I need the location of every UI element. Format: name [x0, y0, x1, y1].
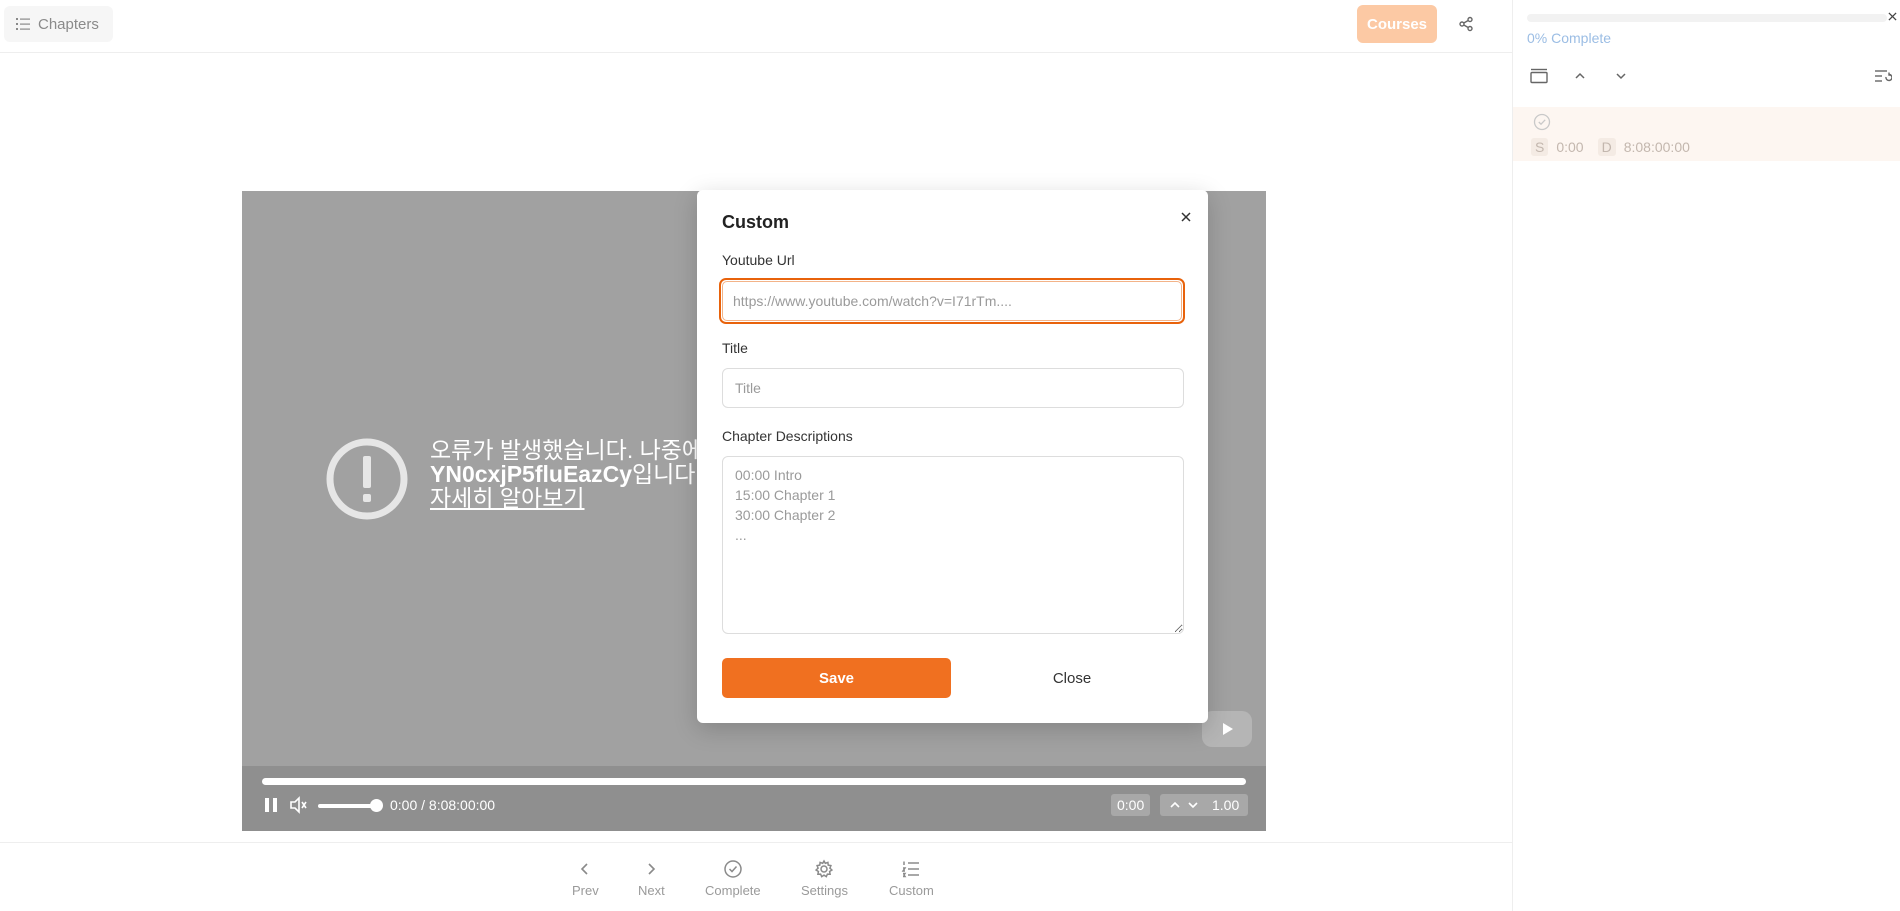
volume-knob[interactable]: [370, 799, 383, 812]
top-bar: Chapters Courses: [0, 0, 1512, 53]
youtube-url-focus-ring: [719, 278, 1185, 324]
chapters-panel: 0% Complete S 0:00 D 8:08:00:00: [1512, 0, 1900, 911]
custom-button[interactable]: Custom: [889, 859, 934, 898]
volume-slider[interactable]: [318, 804, 376, 808]
youtube-url-label: Youtube Url: [722, 252, 795, 268]
list-icon: [16, 18, 30, 30]
share-button[interactable]: [1452, 10, 1480, 38]
panel-close-button[interactable]: [1885, 9, 1899, 23]
chevron-left-icon: [581, 863, 588, 875]
chevron-up-icon: [1575, 72, 1585, 79]
check-circle-icon: [724, 860, 742, 878]
error-icon: [326, 438, 408, 520]
next-label: Next: [638, 883, 665, 898]
chapters-button[interactable]: Chapters: [4, 6, 113, 42]
save-button[interactable]: Save: [722, 658, 951, 698]
prev-button[interactable]: Prev: [572, 859, 599, 898]
check-circle-icon[interactable]: [1533, 113, 1551, 131]
start-time: 0:00: [1556, 139, 1584, 155]
error-message: 오류가 발생했습니다. 나중에 YN0cxjP5fluEazCy입니다. 자세히…: [430, 438, 703, 510]
complete-button[interactable]: Complete: [705, 859, 761, 898]
list-settings-button[interactable]: [1871, 64, 1895, 88]
speed-control: 1.00: [1160, 794, 1248, 816]
current-time-box: 0:00: [1111, 794, 1151, 816]
next-button[interactable]: Next: [638, 859, 665, 898]
error-line-1: 오류가 발생했습니다. 나중에: [430, 437, 704, 463]
settings-label: Settings: [801, 883, 848, 898]
layout-toggle-button[interactable]: [1527, 64, 1551, 88]
scroll-up-button[interactable]: [1568, 64, 1592, 88]
dialog-title: Custom: [722, 212, 789, 232]
chapter-meta: S 0:00 D 8:08:00:00: [1531, 138, 1690, 156]
bottom-nav: Prev Next Complete Settings Custom: [0, 842, 1512, 911]
gear-icon: [815, 859, 834, 878]
share-icon: [1459, 16, 1473, 32]
close-icon: [1887, 11, 1897, 21]
video-controls: 0:00 / 8:08:00:00 0:00 1.00: [242, 766, 1266, 831]
title-input[interactable]: [722, 368, 1184, 408]
seek-bar[interactable]: [262, 778, 1246, 785]
youtube-logo[interactable]: [1202, 711, 1252, 747]
time-display: 0:00 / 8:08:00:00: [390, 797, 496, 813]
chapter-list-item[interactable]: S 0:00 D 8:08:00:00: [1513, 107, 1900, 161]
custom-dialog: Custom Youtube Url Title Chapter Descrip…: [697, 190, 1208, 723]
chevron-down-icon[interactable]: [1186, 798, 1200, 812]
title-label: Title: [722, 340, 748, 356]
complete-label: Complete: [705, 883, 761, 898]
pause-icon[interactable]: [264, 797, 278, 813]
prev-label: Prev: [572, 883, 599, 898]
speed-value: 1.00: [1212, 797, 1240, 813]
learn-more-link[interactable]: 자세히 알아보기: [430, 486, 703, 510]
close-icon: [1181, 212, 1191, 222]
completion-text: 0% Complete: [1527, 30, 1612, 46]
settings-button[interactable]: Settings: [801, 859, 848, 898]
error-line-2: 입니다.: [631, 461, 702, 487]
chapter-descriptions-label: Chapter Descriptions: [722, 428, 853, 444]
courses-button[interactable]: Courses: [1357, 5, 1437, 43]
scroll-down-button[interactable]: [1609, 64, 1633, 88]
chapter-descriptions-input[interactable]: [722, 456, 1184, 634]
volume-icon[interactable]: [289, 796, 309, 814]
chevron-up-icon[interactable]: [1168, 798, 1182, 812]
play-icon: [1223, 723, 1233, 735]
custom-label: Custom: [889, 883, 934, 898]
duration: 8:08:00:00: [1623, 139, 1690, 155]
chapters-label: Chapters: [38, 15, 99, 33]
close-button[interactable]: Close: [960, 658, 1184, 698]
error-video-id: YN0cxjP5fluEazCy: [430, 461, 632, 487]
youtube-url-input[interactable]: [722, 281, 1182, 321]
completion-progress-bar: [1527, 14, 1887, 22]
duration-tag: D: [1597, 138, 1616, 156]
chevron-right-icon: [648, 863, 656, 875]
chevron-down-icon: [1616, 73, 1626, 80]
list-reset-icon: [1875, 70, 1892, 82]
dialog-close-button[interactable]: [1175, 206, 1197, 228]
start-tag: S: [1531, 138, 1549, 156]
list-ordered-icon: [901, 861, 920, 878]
panel-layout-icon: [1530, 68, 1548, 84]
